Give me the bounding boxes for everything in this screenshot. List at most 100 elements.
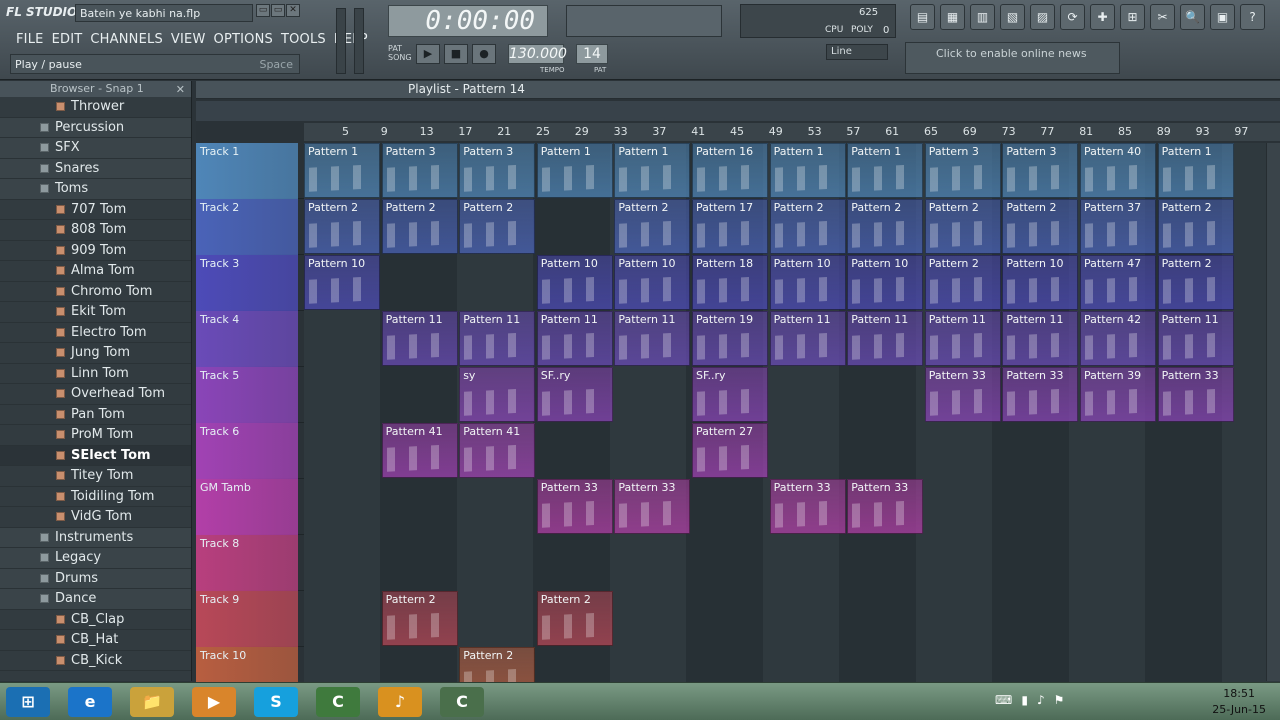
master-pitch-slider[interactable] [354,8,364,74]
pattern-clip[interactable]: Pattern 16 [692,143,768,198]
pattern-clip[interactable]: Pattern 2 [924,199,1001,254]
track-header[interactable]: Track 3 [196,255,298,311]
record-button[interactable]: ● [472,44,496,64]
track-lane[interactable]: Pattern 10 Pattern 10 Pattern 10 Pattern 18… [304,255,1280,311]
menu-edit[interactable]: EDIT [48,30,87,49]
track-header[interactable]: Track 9 [196,591,298,647]
tempo-display[interactable]: 130.000 [508,44,567,64]
browser-item[interactable]: SFX [0,138,191,159]
mixer-icon[interactable]: ▨ [1030,4,1055,30]
browser-item[interactable]: Overhead Tom [0,384,191,405]
cut-icon[interactable]: ✂ [1150,4,1175,30]
menu-view[interactable]: VIEW [167,30,210,49]
maximize-button[interactable]: ▭ [271,4,285,17]
camtasia-icon[interactable]: C [316,687,360,717]
browser-item[interactable]: 909 Tom [0,241,191,261]
browser-item[interactable]: SElect Tom [0,445,191,466]
browser-item[interactable]: Dance [0,589,191,610]
fl-studio-icon[interactable]: ♪ [378,687,422,717]
pattern-clip[interactable]: Pattern 2 [769,199,846,254]
pattern-clip[interactable]: Pattern 1 [847,143,924,198]
step-sequencer-icon[interactable]: ▦ [940,4,965,30]
explorer-icon[interactable]: 📁 [130,687,174,717]
taskbar-clock[interactable]: 18:51 25-Jun-15 [1212,686,1266,718]
pattern-clip[interactable]: Pattern 10 [614,255,691,310]
browser-item[interactable]: Chromo Tom [0,282,191,302]
volume-icon[interactable]: ♪ [1037,693,1045,707]
pattern-clip[interactable]: Pattern 2 [536,591,613,646]
keyboard-icon[interactable]: ⌨ [995,693,1012,707]
close-button[interactable]: ✕ [286,4,300,17]
pattern-clip[interactable]: Pattern 11 [459,311,536,366]
pattern-clip[interactable]: Pattern 18 [692,255,768,310]
track-lane[interactable]: Pattern 2 Pattern 2 [304,591,1280,647]
pattern-clip[interactable]: Pattern 39 [1080,367,1156,422]
browser-item[interactable]: Drums [0,568,191,589]
pattern-clip[interactable]: Pattern 27 [692,423,768,478]
pattern-clip[interactable]: Pattern 3 [924,143,1001,198]
track-lane[interactable]: Pattern 1 Pattern 3 Pattern 3 Pattern 1 Patt… [304,143,1280,199]
pattern-clip[interactable]: Pattern 2 [1157,199,1234,254]
browser-item[interactable]: Toms [0,179,191,200]
track-lane[interactable]: Pattern 2 Pattern 2 Pattern 2 Pattern 2 Patt… [304,199,1280,255]
network-icon[interactable]: ▮ [1021,693,1028,707]
plugin-icon[interactable]: ⊞ [1120,4,1145,30]
pattern-clip[interactable]: Pattern 11 [1157,311,1234,366]
track-header[interactable]: Track 5 [196,367,298,423]
pattern-clip[interactable]: Pattern 10 [1002,255,1079,310]
time-display[interactable]: 0:00:00 [388,5,548,37]
browser-item[interactable]: Thrower [0,97,191,118]
playlist-icon[interactable]: ▤ [910,4,935,30]
track-lane[interactable]: Pattern 33 Pattern 33 Pattern 33 Pattern 33 [304,479,1280,535]
pattern-clip[interactable]: SF..ry [536,367,613,422]
browser-item[interactable]: ProM Tom [0,425,191,446]
browser-item[interactable]: Jung Tom [0,343,191,364]
browser-item[interactable]: Ekit Tom [0,302,191,323]
pat-song-switch[interactable]: PAT SONG [388,44,412,62]
browser-item[interactable]: Percussion [0,117,191,138]
pattern-clip[interactable]: Pattern 41 [459,423,536,478]
start-button[interactable]: ⊞ [6,687,50,717]
pattern-selector[interactable]: 14 [576,44,608,64]
pattern-clip[interactable]: Pattern 33 [924,367,1001,422]
pattern-clip[interactable]: Pattern 11 [1002,311,1079,366]
pattern-clip[interactable]: Pattern 2 [381,591,458,646]
timeline-ruler[interactable]: 5 9 13 17 21 25 29 33 37 41 45 49 53 57 61 65 69 73 77 81 85… [304,123,1280,141]
document-icon[interactable]: ▣ [1210,4,1235,30]
browser-item[interactable]: 808 Tom [0,220,191,241]
pattern-clip[interactable]: Pattern 47 [1080,255,1156,310]
browser-item[interactable]: CB_Kick [0,651,191,671]
pattern-clip[interactable]: Pattern 42 [1080,311,1156,366]
pattern-clip[interactable]: Pattern 10 [304,255,380,310]
pattern-clip[interactable]: sy [459,367,536,422]
refresh-icon[interactable]: ⟳ [1060,4,1085,30]
pattern-clip[interactable]: Pattern 3 [1002,143,1079,198]
stop-button[interactable]: ■ [444,44,468,64]
pattern-clip[interactable]: Pattern 10 [847,255,924,310]
browser-item[interactable]: CB_Hat [0,630,191,651]
pattern-clip[interactable]: Pattern 33 [769,479,846,534]
browser-item[interactable]: Titey Tom [0,466,191,487]
pattern-clip[interactable]: Pattern 19 [692,311,768,366]
browser-item[interactable]: Alma Tom [0,261,191,282]
browser-item[interactable]: Legacy [0,548,191,569]
browser-item[interactable]: 707 Tom [0,200,191,220]
pattern-clip[interactable]: Pattern 11 [614,311,691,366]
pattern-clip[interactable]: SF..ry [692,367,768,422]
pattern-clip[interactable]: Pattern 33 [1002,367,1079,422]
flag-icon[interactable]: ⚑ [1054,693,1065,707]
pattern-clip[interactable]: Pattern 2 [1157,255,1234,310]
pattern-clip[interactable]: Pattern 33 [847,479,924,534]
track-header[interactable]: GM Tamb [196,479,298,535]
snap-selector[interactable]: Line [826,44,888,60]
browser-item[interactable]: CB_Clap [0,610,191,630]
track-header[interactable]: Track 2 [196,199,298,255]
pattern-clip[interactable]: Pattern 11 [847,311,924,366]
vertical-scrollbar[interactable] [1266,143,1280,681]
pattern-clip[interactable]: Pattern 2 [1002,199,1079,254]
pattern-clip[interactable]: Pattern 2 [304,199,380,254]
browser-item[interactable]: Toidiling Tom [0,487,191,507]
pattern-clip[interactable]: Pattern 40 [1080,143,1156,198]
pattern-clip[interactable]: Pattern 33 [1157,367,1234,422]
pattern-clip[interactable]: Pattern 1 [614,143,691,198]
